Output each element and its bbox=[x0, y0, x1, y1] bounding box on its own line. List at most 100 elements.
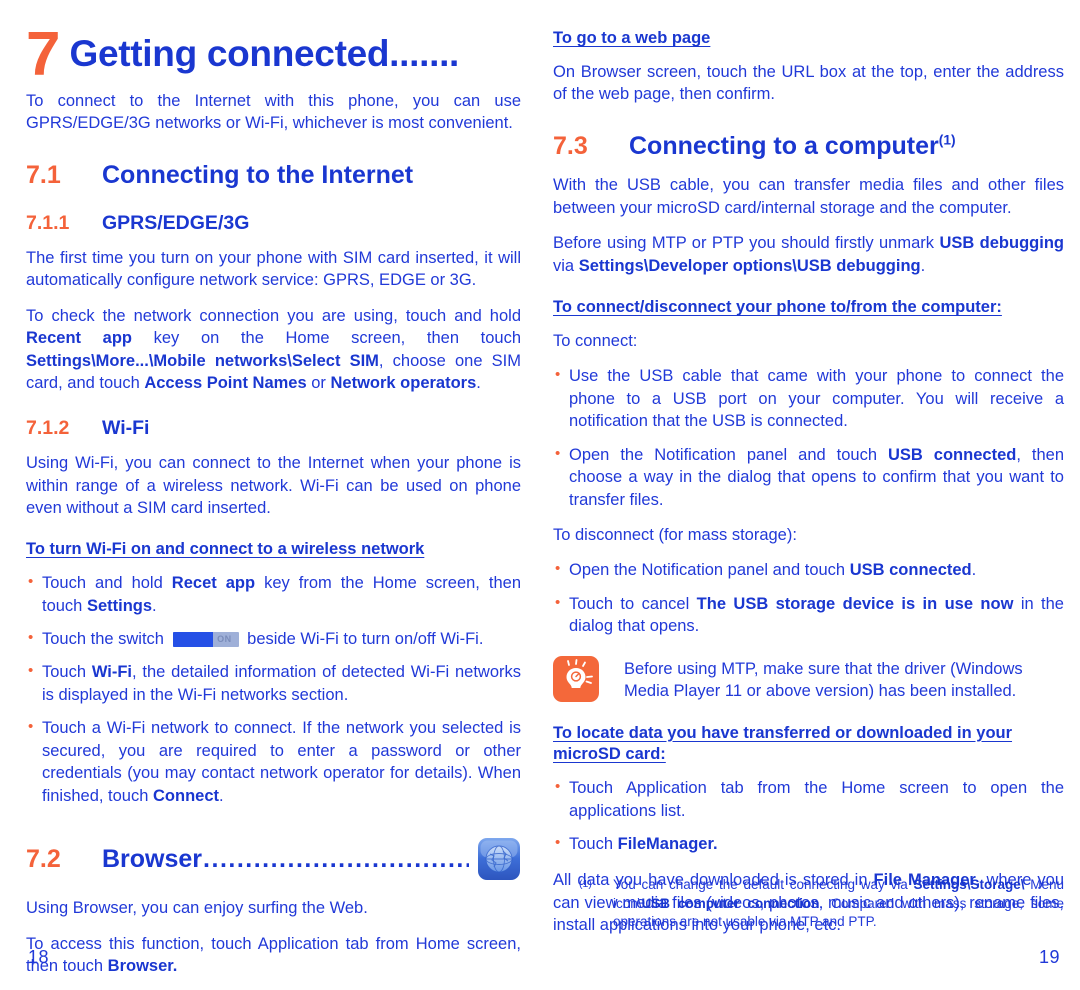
left-page: 7 Getting connected....... To connect to… bbox=[0, 0, 545, 990]
section-leader-dots: ...................................... bbox=[203, 844, 469, 873]
chapter-header: 7 Getting connected....... bbox=[26, 20, 521, 90]
bold-run-1: The USB storage device is in use now bbox=[696, 594, 1014, 613]
page-number-right: 19 bbox=[1038, 947, 1060, 967]
section-footnote-marker: (1) bbox=[938, 132, 956, 148]
gprs-paragraph-1: The first time you turn on your phone wi… bbox=[26, 249, 521, 290]
footnote-marker: (1) bbox=[579, 878, 592, 891]
mtp-bold-usb-debugging: USB debugging bbox=[939, 234, 1064, 253]
text-run-0: Use the USB cable that came with your ph… bbox=[569, 367, 1064, 431]
locate-bullet-list: Touch Application tab from the Home scre… bbox=[553, 776, 1064, 855]
footnote: (1) You can change the default connectin… bbox=[579, 876, 1064, 932]
bullet-touch-application-tab: Touch Application tab from the Home scre… bbox=[553, 776, 1064, 822]
bullet-open-notification-panel-disconnect: Open the Notification panel and touch US… bbox=[553, 558, 1064, 581]
bullet-touch-switch: Touch the switch ON beside Wi-Fi to turn… bbox=[26, 627, 521, 650]
subsection-number-7-1-2: 7.1.2 bbox=[26, 416, 70, 439]
bold-run-1: USB connected bbox=[888, 445, 1017, 464]
text-run-0: Open the Notification panel and touch bbox=[569, 445, 888, 464]
section-title-7-1: Connecting to the Internet bbox=[102, 160, 414, 189]
run-heading-locate-data: To locate data you have transferred or d… bbox=[553, 723, 1013, 764]
chapter-intro-paragraph: To connect to the Internet with this pho… bbox=[26, 92, 521, 133]
section-heading-7-1: 7.1 Connecting to the Internet bbox=[26, 161, 521, 190]
wifi-toggle-on-label: ON bbox=[217, 634, 232, 645]
wifi-toggle-switch[interactable]: ON bbox=[172, 632, 239, 648]
subsection-number-7-1-1: 7.1.1 bbox=[26, 211, 70, 234]
bullet-touch-wifi: Touch Wi-Fi, the detailed information of… bbox=[26, 660, 521, 706]
chapter-number: 7 bbox=[26, 20, 60, 89]
subsection-title-7-1-2: Wi-Fi bbox=[102, 416, 150, 439]
bullet-touch-filemanager: Touch FileManager. bbox=[553, 832, 1064, 855]
wifi-toggle-knob bbox=[172, 632, 213, 648]
browser-paragraph-2: To access this function, touch Applicati… bbox=[26, 933, 521, 978]
text-run-0: Touch to cancel bbox=[569, 594, 697, 613]
text-run-4: . bbox=[152, 596, 157, 615]
text-run-2: . bbox=[219, 786, 224, 805]
manual-page-spread: 7 Getting connected....... To connect to… bbox=[0, 0, 1080, 990]
wifi-bullet-list: Touch and hold Recet app key from the Ho… bbox=[26, 571, 521, 807]
gprs-p2-text-5: . bbox=[476, 374, 481, 393]
gprs-p2-bold-network-operators: Network operators bbox=[330, 374, 477, 393]
gprs-p2-text-4: or bbox=[306, 374, 331, 393]
tip-text: Before using MTP, make sure that the dri… bbox=[624, 659, 1023, 701]
tip-box: Before using MTP, make sure that the dri… bbox=[553, 654, 1064, 703]
browser-paragraph-1: Using Browser, you can enjoy surfing the… bbox=[26, 899, 368, 918]
chapter-title: Getting connected....... bbox=[69, 33, 460, 74]
subsection-heading-7-1-1: 7.1.1 GPRS/EDGE/3G bbox=[26, 212, 521, 234]
label-to-connect: To connect: bbox=[553, 331, 638, 350]
text-run-2: beside Wi-Fi to turn on/off Wi-Fi. bbox=[242, 630, 484, 649]
gprs-p2-bold-settings-path: Settings\More...\Mobile networks\Select … bbox=[26, 351, 379, 370]
gprs-p2-text-1: To check the network connection you are … bbox=[26, 306, 521, 325]
bullet-touch-to-cancel: Touch to cancel The USB storage device i… bbox=[553, 592, 1064, 638]
bullet-use-usb-cable: Use the USB cable that came with your ph… bbox=[553, 364, 1064, 432]
section-heading-7-2: 7.2 Browser ............................… bbox=[26, 837, 521, 881]
run-heading-go-to-web-page: To go to a web page bbox=[553, 29, 711, 47]
bold-run-1: Settings\Storage\ bbox=[913, 877, 1025, 893]
text-run-0: Touch the switch bbox=[42, 630, 169, 649]
footnote-text: You can change the default connecting wa… bbox=[613, 876, 1064, 932]
mtp-bold-settings-path: Settings\Developer options\USB debugging bbox=[578, 256, 921, 275]
text-run-0: Touch and hold bbox=[42, 574, 172, 593]
text-run-0: Touch bbox=[42, 663, 92, 682]
mtp-text-3: . bbox=[920, 256, 926, 275]
gprs-p2-bold-apn: Access Point Names bbox=[144, 374, 307, 393]
text-run-0: Open the Notification panel and touch bbox=[569, 561, 850, 580]
browser-p2-text-1: To access this function, touch Applicati… bbox=[26, 934, 521, 975]
subsection-title-7-1-1: GPRS/EDGE/3G bbox=[102, 211, 250, 234]
bold-run-1: Connect bbox=[153, 786, 219, 805]
text-run-0: Touch a Wi-Fi network to connect. If the… bbox=[42, 719, 521, 805]
usb-cable-paragraph: With the USB cable, you can transfer med… bbox=[553, 176, 1064, 217]
page-number-left: 18 bbox=[28, 947, 50, 967]
run-heading-connect-disconnect: To connect/disconnect your phone to/from… bbox=[553, 298, 1002, 317]
bold-run-1: Recet app bbox=[171, 574, 256, 593]
lightbulb-tip-icon bbox=[553, 655, 606, 702]
mtp-ptp-paragraph: Before using MTP or PTP you should first… bbox=[553, 232, 1064, 277]
bold-run-3: Settings bbox=[86, 596, 153, 615]
run-heading-turn-wifi-on: To turn Wi-Fi on and connect to a wirele… bbox=[26, 540, 425, 559]
bold-run-1: Wi-Fi bbox=[91, 663, 132, 682]
right-page: To go to a web page On Browser screen, t… bbox=[545, 0, 1080, 990]
gprs-paragraph-2: To check the network connection you are … bbox=[26, 305, 521, 395]
bullet-touch-hold-recent-app: Touch and hold Recet app key from the Ho… bbox=[26, 571, 521, 617]
label-to-disconnect: To disconnect (for mass storage): bbox=[553, 525, 797, 544]
gprs-p2-bold-recent-app: Recent app bbox=[26, 329, 132, 348]
disconnect-bullet-list: Open the Notification panel and touch US… bbox=[553, 558, 1064, 638]
web-page-paragraph: On Browser screen, touch the URL box at … bbox=[553, 62, 1064, 104]
bold-run-1: FileManager. bbox=[617, 835, 718, 853]
text-run-0: You can change the default connecting wa… bbox=[613, 877, 914, 893]
bold-run-3: USB computer connection bbox=[641, 895, 820, 911]
bullet-open-notification-panel: Open the Notification panel and touch US… bbox=[553, 443, 1064, 511]
text-run-0: Touch bbox=[569, 835, 618, 853]
wifi-paragraph-1: Using Wi-Fi, you can connect to the Inte… bbox=[26, 454, 521, 517]
browser-globe-icon bbox=[477, 837, 521, 881]
bullet-touch-network-connect: Touch a Wi-Fi network to connect. If the… bbox=[26, 716, 521, 807]
mtp-text-1: Before using MTP or PTP you should first… bbox=[553, 234, 940, 253]
section-title-7-3: Connecting to a computer(1) bbox=[629, 132, 1064, 161]
gprs-p2-text-2: key on the Home screen, then touch bbox=[132, 329, 522, 348]
text-run-0: Touch Application tab from the Home scre… bbox=[569, 779, 1064, 820]
section-number-7-1: 7.1 bbox=[26, 160, 61, 189]
section-heading-7-3: 7.3 Connecting to a computer(1) bbox=[553, 132, 1064, 161]
section-number-7-3: 7.3 bbox=[553, 131, 588, 160]
browser-p2-bold-browser: Browser. bbox=[107, 956, 178, 975]
section-number-7-2: 7.2 bbox=[26, 844, 61, 873]
subsection-heading-7-1-2: 7.1.2 Wi-Fi bbox=[26, 417, 521, 439]
text-run-2: . bbox=[971, 561, 977, 580]
